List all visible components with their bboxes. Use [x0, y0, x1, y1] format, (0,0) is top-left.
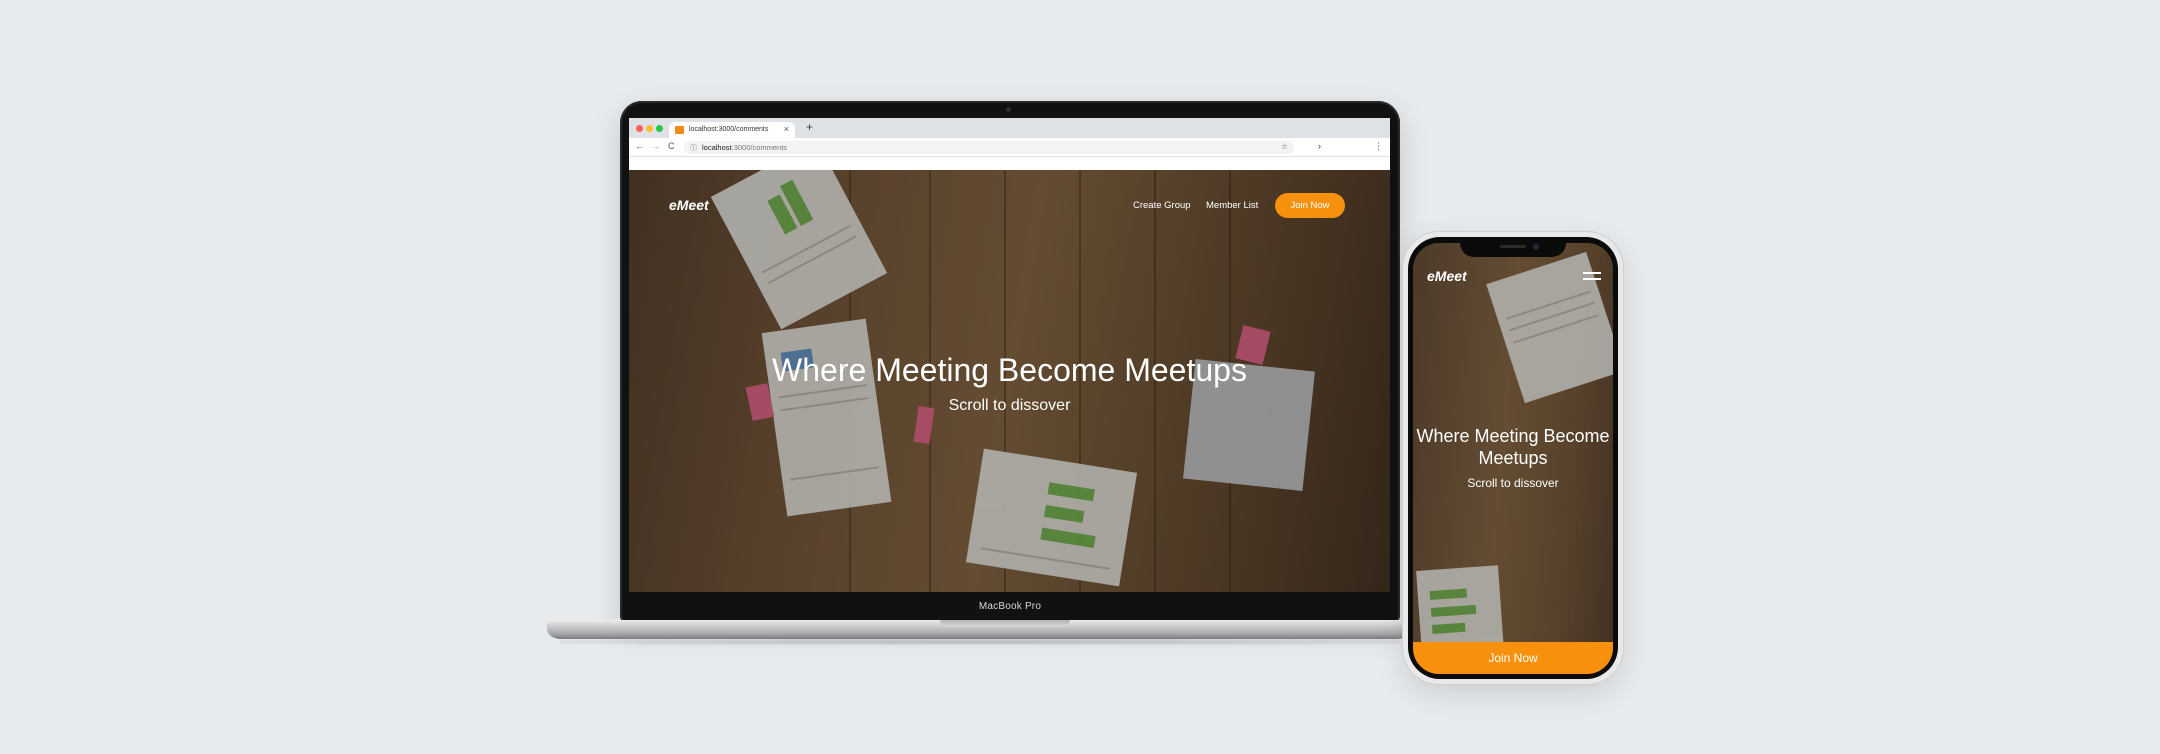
laptop-screen: localhost:3000/comments × + ← → C ⓘ loca… — [629, 118, 1390, 592]
hamburger-menu-icon[interactable] — [1583, 272, 1601, 284]
phone-hero-subtitle: Scroll to dissover — [1467, 476, 1559, 490]
back-icon[interactable]: ← — [635, 141, 644, 151]
laptop-camera — [1006, 107, 1011, 112]
favicon-icon — [675, 126, 684, 134]
phone-site-logo[interactable]: eMeet — [1427, 268, 1467, 284]
nav-create-group[interactable]: Create Group — [1133, 200, 1191, 211]
hero-subtitle: Scroll to dissover — [948, 397, 1071, 414]
url-input[interactable]: ⓘ localhost:3000/comments ☆ — [684, 141, 1294, 154]
laptop-hinge-notch — [940, 620, 1070, 627]
browser-menu-icon[interactable]: ⋮ — [1374, 141, 1383, 152]
hamburger-line — [1583, 272, 1601, 274]
site-info-icon[interactable]: ⓘ — [690, 143, 697, 153]
url-host: localhost — [702, 143, 732, 152]
phone-join-now-button[interactable]: Join Now — [1413, 642, 1613, 674]
phone-hero-title: Where Meeting Become Meetups — [1416, 426, 1610, 468]
forward-icon[interactable]: → — [651, 141, 660, 151]
nav-member-list[interactable]: Member List — [1206, 200, 1258, 211]
url-path: :3000/comments — [731, 143, 788, 152]
phone-speaker — [1500, 245, 1526, 248]
tab-title: localhost:3000/comments — [689, 126, 769, 133]
new-tab-button[interactable]: + — [806, 120, 813, 134]
phone-screen: eMeet Where Meeting Become Meetups Scrol… — [1413, 243, 1613, 674]
url-text: localhost:3000/comments — [702, 143, 787, 152]
hamburger-line — [1583, 278, 1601, 280]
laptop-shadow — [560, 639, 1400, 645]
browser-tab-bar: localhost:3000/comments × + — [629, 118, 1390, 138]
tab-close-icon[interactable]: × — [784, 124, 789, 134]
address-bar: ← → C ⓘ localhost:3000/comments ☆ › ⋮ — [629, 138, 1390, 157]
hero-title: Where Meeting Become Meetups — [772, 352, 1247, 388]
maximize-window-button[interactable] — [656, 125, 663, 132]
site-logo[interactable]: eMeet — [669, 197, 709, 213]
reload-icon[interactable]: C — [668, 141, 675, 151]
laptop-model-label: MacBook Pro — [978, 601, 1042, 612]
extension-icon[interactable]: › — [1318, 141, 1321, 151]
minimize-window-button[interactable] — [646, 125, 653, 132]
join-now-button[interactable]: Join Now — [1275, 193, 1345, 218]
phone-camera — [1533, 244, 1539, 250]
bookmark-star-icon[interactable]: ☆ — [1281, 142, 1288, 151]
browser-tab[interactable]: localhost:3000/comments × — [669, 122, 795, 138]
hero-section: eMeet Create Group Member List Join Now … — [629, 170, 1390, 592]
close-window-button[interactable] — [636, 125, 643, 132]
